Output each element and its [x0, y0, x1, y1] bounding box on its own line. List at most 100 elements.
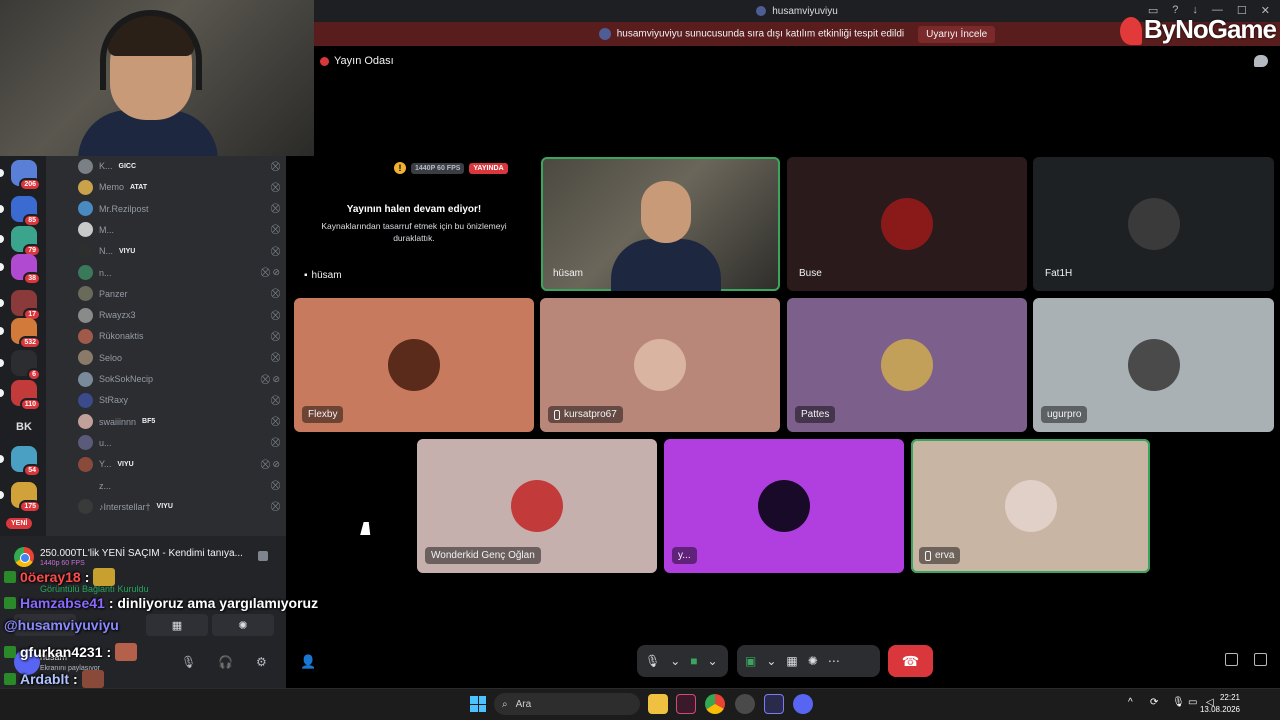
chat-message: @husamviyuviyu	[4, 617, 123, 633]
voice-member[interactable]: Y... VIYU ⛒ ⊘	[78, 454, 280, 474]
tray-app-icon[interactable]: ⟳	[1150, 697, 1158, 708]
chevron-down-icon[interactable]: ⌄	[708, 654, 718, 668]
member-name: Mr.Rezilpost	[99, 203, 149, 214]
member-name: N...	[99, 246, 114, 257]
stream-owner-label[interactable]: ▪ hüsam	[300, 262, 420, 284]
soundboard-button[interactable]: ✺	[212, 614, 274, 636]
participant-name: Flexby	[308, 409, 338, 420]
stream-quality: 1440p 60 FPS	[40, 560, 85, 567]
participant-tile[interactable]: Fat1H	[1033, 157, 1274, 291]
participant-label: y...	[672, 547, 697, 564]
mobile-icon	[925, 550, 931, 561]
popout-icon[interactable]	[1225, 653, 1238, 666]
hangup-button[interactable]: ☎	[888, 645, 933, 677]
chat-icon[interactable]	[1254, 55, 1268, 67]
add-user-icon[interactable]: 👤	[300, 654, 316, 670]
stop-stream-icon[interactable]	[258, 551, 268, 561]
voice-member[interactable]: Memo ATAT ⛒	[78, 177, 280, 197]
emote-icon	[93, 568, 116, 586]
participant-tile[interactable]: kursatpro67	[540, 298, 780, 432]
unread-badge: 38	[23, 272, 41, 285]
warning-icon: !	[394, 162, 406, 174]
webcam-headset	[100, 10, 202, 90]
voice-member[interactable]: ♪Interstellar† VIYU ⛒	[78, 497, 280, 517]
stream-owner-tag: ▪ hüsam	[300, 267, 346, 284]
windows-logo-q3	[470, 704, 478, 712]
participant-tile[interactable]: Flexby	[294, 298, 534, 432]
chevron-down-icon[interactable]: ⌄	[670, 654, 680, 668]
participant-tile[interactable]: Buse	[787, 157, 1027, 291]
server-icon[interactable]: 38	[11, 254, 41, 285]
banner-text: husamviyuviyu sunucusunda sıra dışı katı…	[616, 28, 905, 40]
chrome-icon	[14, 547, 34, 567]
network-icon[interactable]: ▭	[1188, 697, 1197, 708]
voice-member[interactable]: SokSokNecip ⛒ ⊘	[78, 369, 280, 389]
voice-member[interactable]: Rükonaktis ⛒	[78, 326, 280, 346]
soundboard-icon[interactable]: ✺	[808, 654, 818, 668]
logo-mark-icon	[1119, 17, 1142, 46]
server-pip	[0, 263, 4, 271]
server-icon[interactable]: 85	[11, 196, 41, 227]
muted-icon: ⛒	[270, 352, 280, 363]
muted-icon: ⛒	[270, 437, 280, 448]
voice-member[interactable]: u... ⛒	[78, 433, 280, 453]
chat-username: gfurkan4231	[20, 644, 103, 660]
server-icon[interactable]: 532	[11, 318, 41, 349]
avatar	[881, 339, 933, 391]
headphones-icon[interactable]: 🎧	[218, 655, 233, 669]
voice-member[interactable]: Rwayzx3 ⛒	[78, 305, 280, 325]
obs-icon[interactable]	[735, 694, 755, 714]
taskbar-clock[interactable]: 22:21 13.08.2026	[1200, 692, 1240, 716]
server-icon[interactable]: 206	[11, 160, 41, 191]
voice-member[interactable]: Seloo ⛒	[78, 348, 280, 368]
voice-member[interactable]: swaiiinnn BF5 ⛒	[78, 412, 280, 432]
participant-tile[interactable]: erva	[911, 439, 1150, 573]
settings-gear-icon[interactable]: ⚙	[256, 655, 267, 669]
file-explorer-icon[interactable]	[648, 694, 668, 714]
discord-icon[interactable]	[793, 694, 813, 714]
server-icon[interactable]: 79	[11, 226, 41, 257]
voice-member[interactable]: Panzer ⛒	[78, 284, 280, 304]
participant-tile[interactable]: hüsam	[541, 157, 780, 291]
stream-owner-name: hüsam	[311, 270, 342, 281]
voice-member[interactable]: N... VIYU ⛒	[78, 241, 280, 261]
taskbar-search[interactable]: ⌕ Ara	[494, 693, 640, 715]
server-icon[interactable]: 6	[11, 350, 41, 381]
fullscreen-icon[interactable]	[1254, 653, 1267, 666]
screen-share-icon[interactable]: ▣	[745, 654, 756, 668]
mic-icon[interactable]: 🎙	[645, 654, 660, 668]
voice-member[interactable]: K... GICC ⛒	[78, 156, 280, 176]
mic-icon[interactable]: 🎙	[1172, 697, 1185, 708]
chevron-up-icon[interactable]: ^	[1128, 697, 1133, 708]
terminal-icon[interactable]	[676, 694, 696, 714]
participant-tile[interactable]: Pattes	[787, 298, 1027, 432]
server-icon[interactable]: 110	[11, 380, 41, 411]
server-icon[interactable]: BK	[11, 414, 37, 440]
camera-icon[interactable]: ■	[690, 654, 697, 668]
server-icon[interactable]: 17	[11, 290, 41, 321]
participant-tile[interactable]: Wonderkid Genç Oğlan	[417, 439, 657, 573]
voice-member[interactable]: Mr.Rezilpost ⛒	[78, 199, 280, 219]
mic-icon[interactable]: 🎙	[181, 655, 196, 669]
server-icon	[598, 28, 611, 40]
server-icon[interactable]: 54	[11, 446, 41, 477]
server-icon[interactable]: 175	[11, 482, 41, 513]
more-icon[interactable]: ⋯	[828, 654, 840, 668]
participant-tile[interactable]: ugurpro	[1033, 298, 1274, 432]
voice-member[interactable]: z... ⛒	[78, 476, 280, 496]
participant-tile[interactable]: y...	[664, 439, 904, 573]
start-button[interactable]	[470, 696, 486, 712]
activities-icon[interactable]: ▦	[786, 654, 797, 668]
server-pip	[0, 491, 4, 499]
avatar	[78, 307, 93, 323]
stream-title: 250.000TL'lik YENİ SAÇIM - Kendimi tanıy…	[40, 548, 243, 559]
voice-member[interactable]: n... ⛒ ⊘	[78, 263, 280, 283]
app-icon[interactable]	[764, 694, 784, 714]
voice-member[interactable]: StRaxy ⛒	[78, 390, 280, 410]
review-warning-button[interactable]: Uyarıyı İncele	[918, 25, 996, 43]
activities-button[interactable]: ▦	[146, 614, 208, 636]
voice-member[interactable]: M... ⛒	[78, 220, 280, 240]
muted-icon: ⛒ ⊘	[260, 458, 280, 469]
chevron-down-icon[interactable]: ⌄	[766, 654, 776, 668]
chrome-icon[interactable]	[705, 694, 725, 714]
